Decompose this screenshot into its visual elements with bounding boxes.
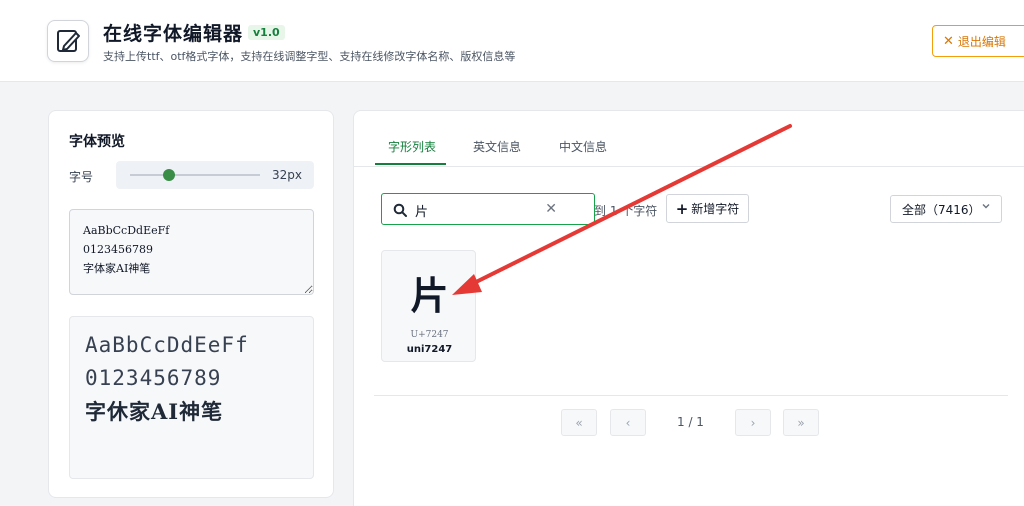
glyph-search-box[interactable]: ✕ [381, 193, 595, 225]
glyph-name: uni7247 [406, 344, 453, 355]
version-badge: v1.0 [248, 25, 285, 40]
slider-track[interactable] [130, 174, 260, 176]
first-page-button[interactable]: « [561, 409, 597, 436]
divider [374, 395, 1008, 396]
render-line-digits: 0123456789 [85, 366, 222, 390]
filter-selected-value: 全部（7416） [902, 202, 981, 217]
close-icon[interactable]: ✕ [545, 201, 557, 217]
add-glyph-button[interactable]: + 新增字符 [666, 194, 749, 223]
search-icon [393, 202, 407, 221]
font-render-preview: AaBbCcDdEeFf 0123456789 字休家AI神笔 [69, 316, 314, 479]
tab-bar: 字形列表 英文信息 中文信息 [354, 111, 1024, 167]
close-icon: ✕ [943, 33, 954, 49]
render-line-latin: AaBbCcDdEeFf [85, 333, 249, 357]
app-header: 在线字体编辑器 v1.0 支持上传ttf、otf格式字体，支持在线调整字型、支持… [0, 0, 1024, 82]
search-result-count: 到 1 个字符 [594, 204, 658, 218]
tab-glyph-list[interactable]: 字形列表 [388, 138, 436, 155]
active-tab-indicator [375, 163, 446, 165]
plus-icon: + [675, 199, 689, 218]
last-page-button[interactable]: » [783, 409, 819, 436]
tab-chinese-info[interactable]: 中文信息 [559, 138, 607, 155]
chevron-down-icon [981, 201, 991, 214]
preview-title: 字体预览 [69, 134, 125, 150]
glyph-card[interactable]: 片 U+7247 uni7247 [381, 250, 476, 362]
glyph-unicode: U+7247 [410, 330, 449, 340]
glyph-char: 片 [410, 273, 449, 318]
glyph-list-panel: 字形列表 英文信息 中文信息 ✕ 到 1 个字符 + 新增字符 全部（7416）… [353, 110, 1024, 506]
app-title: 在线字体编辑器 [103, 23, 244, 45]
pen-edit-icon [47, 20, 89, 62]
prev-page-button[interactable]: ‹ [610, 409, 646, 436]
search-input[interactable] [415, 200, 555, 220]
glyph-filter-select[interactable]: 全部（7416） [890, 195, 1002, 223]
font-size-label: 字号 [69, 170, 94, 184]
tab-english-info[interactable]: 英文信息 [473, 138, 521, 155]
font-size-value: 32px [272, 168, 302, 182]
exit-edit-label: 退出编辑 [957, 34, 1006, 49]
next-page-button[interactable]: › [735, 409, 771, 436]
font-preview-panel: 字体预览 字号 32px AaBbCcDdEeFf 0123456789 字体家… [48, 110, 334, 498]
app-subtitle: 支持上传ttf、otf格式字体，支持在线调整字型、支持在线修改字体名称、版权信息… [103, 50, 516, 63]
sample-text-input[interactable]: AaBbCcDdEeFf 0123456789 字体家AI神笔 [69, 209, 314, 295]
font-size-slider[interactable]: 32px [116, 161, 314, 189]
exit-edit-button[interactable]: ✕ 退出编辑 [932, 25, 1024, 57]
slider-thumb[interactable] [163, 169, 175, 181]
render-line-cjk: 字休家AI神笔 [85, 399, 224, 424]
add-glyph-label: 新增字符 [691, 202, 740, 216]
page-indicator: 1 / 1 [677, 415, 704, 429]
